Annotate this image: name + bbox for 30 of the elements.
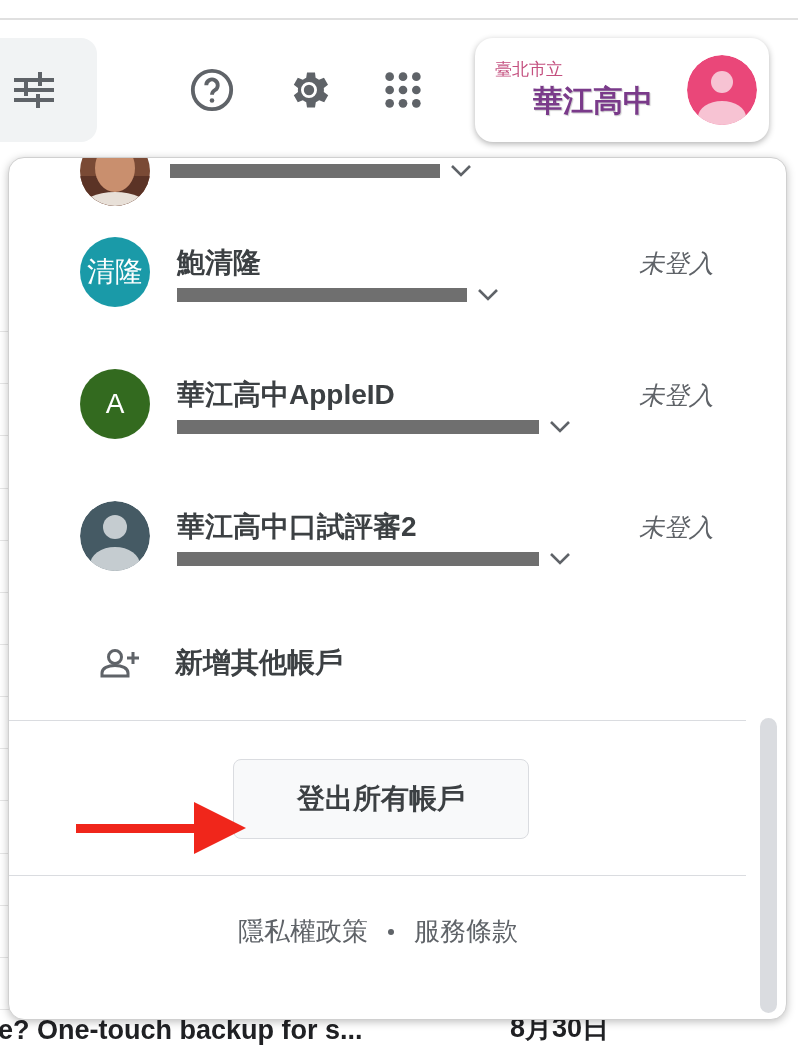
- account-chip[interactable]: 臺北市立 華江高中: [475, 38, 769, 142]
- account-name: 鮑清隆: [177, 246, 261, 280]
- sliders-icon: [12, 70, 56, 110]
- sign-in-status: 未登入: [639, 511, 714, 543]
- account-name: 華江高中口試評審2: [177, 510, 417, 544]
- avatar-icon: [687, 55, 757, 125]
- privacy-link[interactable]: 隱私權政策: [237, 914, 368, 949]
- account-row[interactable]: A 華江高中AppleID 未登入: [9, 338, 786, 470]
- add-person-icon: [99, 648, 141, 678]
- chevron-down-icon[interactable]: [549, 552, 571, 566]
- school-subtitle: 臺北市立: [495, 59, 564, 81]
- chevron-down-icon[interactable]: [549, 420, 571, 434]
- help-icon[interactable]: [189, 67, 235, 113]
- sign-in-status: 未登入: [639, 247, 714, 279]
- initials-avatar: A: [80, 369, 150, 439]
- chevron-down-icon[interactable]: [450, 164, 472, 178]
- add-account-item[interactable]: 新增其他帳戶: [9, 628, 786, 698]
- sign-out-all-button[interactable]: 登出所有帳戶: [233, 759, 529, 839]
- sign-in-status: 未登入: [639, 379, 714, 411]
- initials-avatar: 清隆: [80, 237, 150, 307]
- apps-grid-icon[interactable]: [383, 70, 423, 110]
- school-name: 華江高中: [533, 83, 653, 119]
- terms-link[interactable]: 服務條款: [413, 914, 518, 949]
- separator-dot: [387, 928, 394, 935]
- account-row[interactable]: 華江高中口試評審2 未登入: [9, 470, 786, 602]
- chevron-down-icon[interactable]: [477, 288, 499, 302]
- filter-button[interactable]: [0, 38, 97, 142]
- account-name: 華江高中AppleID: [177, 378, 395, 412]
- account-row[interactable]: 清隆 鮑清隆 未登入: [9, 206, 786, 338]
- scrollbar-thumb[interactable]: [760, 718, 777, 1013]
